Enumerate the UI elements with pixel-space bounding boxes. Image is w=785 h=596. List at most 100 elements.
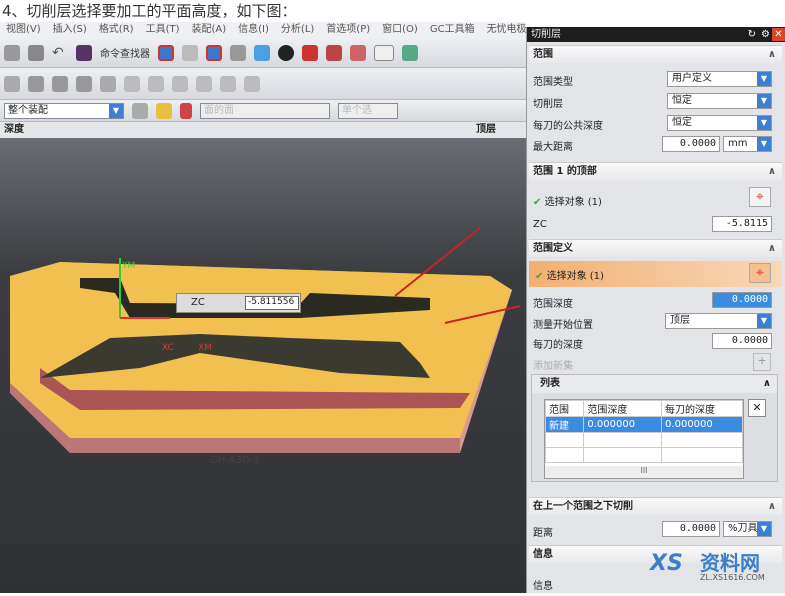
open-icon[interactable]	[4, 44, 20, 61]
select-object-row[interactable]: ✔ 选择对象 (1)	[533, 193, 602, 208]
horizontal-scrollbar[interactable]: III	[545, 466, 743, 478]
caption: 4、切削层选择要加工的平面高度，如下图：	[2, 2, 297, 20]
add-new-set-icon[interactable]: +	[753, 353, 771, 371]
collapse-icon[interactable]: ∧	[768, 240, 776, 258]
command-finder-button[interactable]: 命令查找器	[100, 45, 150, 60]
feature-icon[interactable]	[220, 75, 236, 92]
select-object-label: 选择对象 (1)	[546, 271, 604, 282]
max-distance-unit-select[interactable]: mm ▼	[723, 136, 772, 152]
section-cut-below[interactable]: 在上一个范围之下切削 ∧	[529, 497, 782, 515]
collapse-icon[interactable]: ∧	[768, 163, 776, 181]
command-finder-icon[interactable]	[76, 44, 92, 61]
list-title: 列表	[540, 378, 560, 389]
depth-per-cut-input[interactable]: 0.0000	[712, 333, 772, 349]
standard-toolbar: ↶ 命令查找器	[0, 38, 526, 68]
section-range-definition[interactable]: 范围定义 ∧	[529, 239, 782, 257]
top-column: 顶层	[476, 124, 496, 135]
distance-label: 距离	[533, 528, 553, 539]
zc-label: ZC	[533, 219, 547, 230]
cube-icon[interactable]	[254, 44, 270, 61]
snap2-icon[interactable]	[180, 102, 192, 119]
curve-rule-select[interactable]: 单个选	[338, 102, 398, 119]
max-distance-input[interactable]: 0.0000	[662, 136, 720, 152]
menu-item[interactable]: 分析(L)	[281, 22, 314, 38]
crosshair-icon[interactable]: ⌖	[749, 263, 771, 283]
section3-icon[interactable]	[350, 44, 366, 61]
view-icon[interactable]	[206, 44, 222, 61]
crosshair-icon[interactable]: ⌖	[749, 187, 771, 207]
range-type-select[interactable]: 用户定义 ▼	[667, 71, 772, 87]
column-header[interactable]: 范围	[544, 400, 585, 417]
menu-item[interactable]: 插入(S)	[53, 22, 87, 38]
section2-icon[interactable]	[326, 44, 342, 61]
range-depth-input[interactable]: 0.0000	[712, 292, 772, 308]
save-icon[interactable]	[28, 44, 44, 61]
distance-unit-select[interactable]: %刀具 ▼	[723, 521, 772, 537]
feature-icon[interactable]	[196, 75, 212, 92]
feature-icon[interactable]	[148, 75, 164, 92]
zc-input[interactable]: -5.811556	[245, 296, 299, 310]
column-header[interactable]: 每刀的深度	[661, 400, 743, 417]
render-icon[interactable]	[230, 44, 246, 61]
measure-from-value: 顶层	[670, 315, 690, 326]
info-icon[interactable]	[182, 44, 198, 61]
zc-dynamic-input: ZC -5.811556	[176, 293, 301, 313]
feature-icon[interactable]	[76, 75, 92, 92]
section-title: 范围 1 的顶部	[533, 166, 597, 177]
measure-from-select[interactable]: 顶层 ▼	[665, 313, 772, 329]
common-depth-select[interactable]: 恒定 ▼	[667, 115, 772, 131]
gear-icon[interactable]: ⚙	[761, 27, 770, 42]
graphics-viewport[interactable]: YM XC XM GH-A3D-3 ZC -5.811556	[0, 138, 526, 593]
watermark: XS 资料网 ZL.XS1616.COM	[650, 545, 785, 590]
zc-input[interactable]: -5.8115	[712, 216, 772, 232]
module-icon[interactable]	[402, 44, 418, 61]
color-icon[interactable]	[374, 44, 394, 61]
face-rule-select[interactable]: 面的面	[200, 102, 330, 119]
nx-window: 视图(V) 插入(S) 格式(R) 工具(T) 装配(A) 信息(I) 分析(L…	[0, 22, 526, 593]
distance-input[interactable]: 0.0000	[662, 521, 720, 537]
scope-select[interactable]: 整个装配 ▼	[4, 102, 124, 119]
point-icon[interactable]	[156, 102, 172, 119]
section-range[interactable]: 范围 ∧	[529, 45, 782, 63]
section-title: 范围定义	[533, 243, 573, 254]
menu-item[interactable]: 窗口(O)	[382, 22, 418, 38]
reset-icon[interactable]: ↻	[748, 27, 756, 42]
display-icon[interactable]	[278, 44, 294, 61]
delete-icon[interactable]: ✕	[748, 399, 766, 417]
menu-item[interactable]: 信息(I)	[238, 22, 269, 38]
menu-item[interactable]: 工具(T)	[146, 22, 180, 38]
feature-icon[interactable]	[100, 75, 116, 92]
menu-item[interactable]: 首选项(P)	[326, 22, 370, 38]
section-range1-top[interactable]: 范围 1 的顶部 ∧	[529, 162, 782, 180]
ym-label: YM	[121, 261, 135, 271]
table-row[interactable]: 新建 0.000000 0.000000	[544, 416, 743, 433]
list-header[interactable]: 列表 ∧	[532, 375, 777, 393]
feature-icon[interactable]	[124, 75, 140, 92]
section-icon[interactable]	[302, 44, 318, 61]
feature-icon[interactable]	[172, 75, 188, 92]
range-table: 范围 范围深度 每刀的深度 新建 0.000000 0.000000 III	[544, 399, 744, 479]
check-icon: ✔	[535, 271, 544, 282]
select-object-row-active[interactable]: ✔ 选择对象 (1) ⌖	[529, 261, 782, 287]
close-icon[interactable]: ✕	[772, 28, 785, 41]
menu-item[interactable]: 无忧电极	[487, 22, 526, 38]
scroll-thumb[interactable]: III	[640, 466, 647, 475]
collapse-icon[interactable]: ∧	[768, 46, 776, 64]
snap-icon[interactable]	[132, 102, 148, 119]
menu-item[interactable]: 视图(V)	[6, 22, 41, 38]
undo-icon[interactable]: ↶	[52, 45, 68, 61]
cut-layer-label: 切削层	[533, 99, 563, 110]
fit-icon[interactable]	[158, 44, 174, 61]
collapse-icon[interactable]: ∧	[763, 375, 771, 393]
menu-item[interactable]: GC工具箱	[430, 22, 475, 38]
feature-icon[interactable]	[4, 75, 20, 92]
feature-icon[interactable]	[28, 75, 44, 92]
feature-icon[interactable]	[52, 75, 68, 92]
menu-item[interactable]: 格式(R)	[99, 22, 134, 38]
feature-icon[interactable]	[244, 75, 260, 92]
collapse-icon[interactable]: ∧	[768, 498, 776, 516]
column-header[interactable]: 范围深度	[583, 400, 663, 417]
cell-range-depth: 0.000000	[583, 416, 663, 433]
cut-layer-select[interactable]: 恒定 ▼	[667, 93, 772, 109]
menu-item[interactable]: 装配(A)	[192, 22, 227, 38]
